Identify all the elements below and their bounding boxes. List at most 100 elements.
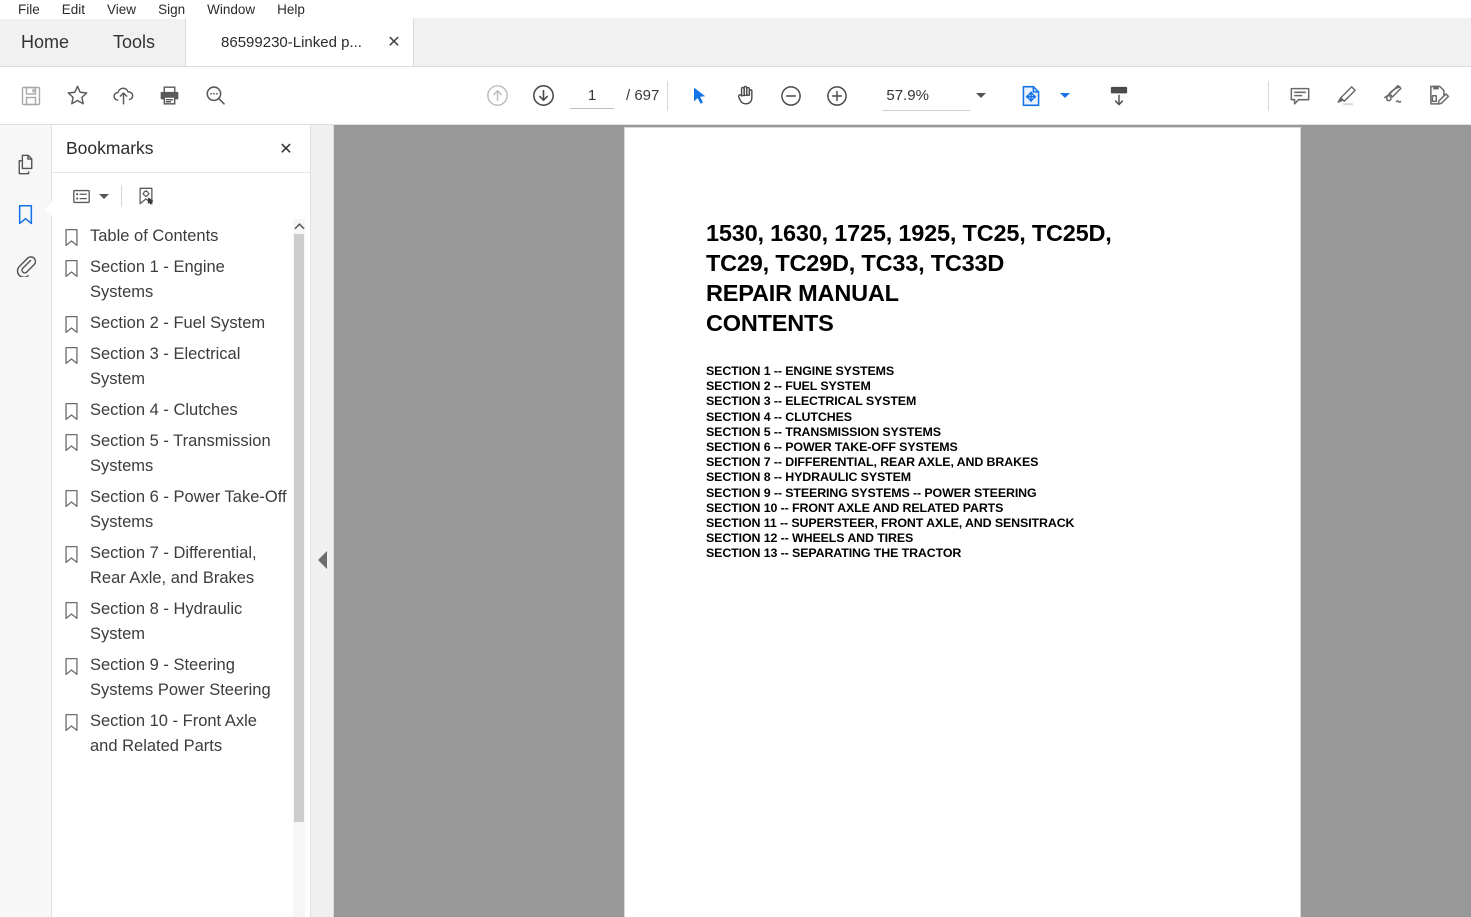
print-icon[interactable] bbox=[146, 73, 192, 119]
bookmarks-list[interactable]: Table of Contents Section 1 - Engine Sys… bbox=[52, 219, 310, 917]
bookmark-icon bbox=[64, 224, 90, 247]
section-line: SECTION 4 -- CLUTCHES bbox=[706, 409, 852, 424]
bookmarks-panel: Bookmarks ✕ Table of Contents Section 1 … bbox=[52, 125, 311, 917]
menu-item-edit[interactable]: Edit bbox=[51, 0, 96, 19]
menu-item-help[interactable]: Help bbox=[266, 0, 316, 19]
page-up-icon[interactable] bbox=[474, 73, 520, 119]
toolbar-left-group bbox=[0, 73, 238, 119]
list-item[interactable]: Section 8 - Hydraulic System bbox=[64, 594, 310, 650]
sign-icon[interactable] bbox=[1369, 73, 1415, 119]
bookmark-icon bbox=[64, 653, 90, 676]
bookmark-icon bbox=[64, 709, 90, 732]
page-thumbnails-icon[interactable] bbox=[5, 139, 47, 189]
menu-item-window[interactable]: Window bbox=[196, 0, 266, 19]
cloud-upload-icon[interactable] bbox=[100, 73, 146, 119]
bookmark-icon bbox=[64, 311, 90, 334]
bookmark-label: Section 7 - Differential, Rear Axle, and… bbox=[90, 544, 257, 587]
bookmark-options-icon[interactable] bbox=[66, 181, 96, 211]
tab-home[interactable]: Home bbox=[0, 18, 90, 66]
bookmark-label: Section 4 - Clutches bbox=[90, 401, 238, 419]
attachments-icon[interactable] bbox=[5, 239, 47, 289]
document-page: 1530, 1630, 1725, 1925, TC25, TC25D, TC2… bbox=[625, 128, 1300, 917]
list-item[interactable]: Section 4 - Clutches bbox=[64, 395, 310, 426]
chevron-left-icon bbox=[318, 551, 327, 569]
bookmark-label: Table of Contents bbox=[90, 227, 219, 245]
page-down-icon[interactable] bbox=[520, 73, 566, 119]
comment-icon[interactable] bbox=[1277, 73, 1323, 119]
list-item[interactable]: Section 3 - Electrical System bbox=[64, 339, 310, 395]
toolbar-divider-right bbox=[1268, 80, 1269, 111]
bookmark-label: Section 9 - Steering Systems Power Steer… bbox=[90, 656, 271, 699]
bookmarks-panel-toolbar bbox=[52, 173, 310, 219]
bookmark-icon bbox=[64, 429, 90, 452]
toolbar: / 697 bbox=[0, 67, 1471, 125]
tab-tools[interactable]: Tools bbox=[90, 18, 178, 66]
list-item[interactable]: Section 6 - Power Take-Off Systems bbox=[64, 482, 310, 538]
bookmark-label: Section 6 - Power Take-Off Systems bbox=[90, 488, 287, 531]
section-line: SECTION 6 -- POWER TAKE-OFF SYSTEMS bbox=[706, 440, 958, 455]
chevron-down-icon[interactable] bbox=[970, 81, 992, 111]
page-total-label: / 697 bbox=[626, 87, 660, 104]
new-bookmark-icon[interactable] bbox=[131, 181, 161, 211]
zoom-out-icon[interactable] bbox=[768, 73, 814, 119]
bookmark-label: Section 1 - Engine Systems bbox=[90, 258, 225, 301]
zoom-level-field[interactable]: 57.9% bbox=[882, 81, 971, 111]
section-line: SECTION 11 -- SUPERSTEER, FRONT AXLE, AN… bbox=[706, 516, 1075, 531]
chevron-up-icon[interactable] bbox=[293, 219, 305, 234]
bookmark-icon bbox=[64, 541, 90, 564]
section-line: SECTION 9 -- STEERING SYSTEMS -- POWER S… bbox=[706, 485, 1037, 500]
list-item[interactable]: Section 5 - Transmission Systems bbox=[64, 426, 310, 482]
bookmarks-panel-title: Bookmarks bbox=[66, 138, 154, 158]
bookmark-label: Section 10 - Front Axle and Related Part… bbox=[90, 712, 257, 755]
section-line: SECTION 3 -- ELECTRICAL SYSTEM bbox=[706, 394, 917, 409]
close-icon[interactable]: ✕ bbox=[274, 137, 298, 161]
document-heading: 1530, 1630, 1725, 1925, TC25, TC25D, TC2… bbox=[706, 220, 1112, 336]
edit-pdf-icon[interactable] bbox=[1415, 73, 1461, 119]
list-item[interactable]: Section 9 - Steering Systems Power Steer… bbox=[64, 650, 310, 706]
tab-document[interactable]: 86599230-Linked p... ✕ bbox=[185, 18, 414, 66]
star-icon[interactable] bbox=[54, 73, 100, 119]
list-item[interactable]: Section 7 - Differential, Rear Axle, and… bbox=[64, 538, 310, 594]
close-icon[interactable]: ✕ bbox=[383, 31, 405, 53]
toolbar-right-group bbox=[1260, 73, 1461, 119]
chevron-down-icon[interactable] bbox=[96, 181, 112, 211]
fit-page-icon[interactable] bbox=[1008, 73, 1054, 119]
section-line: SECTION 8 -- HYDRAULIC SYSTEM bbox=[706, 470, 912, 485]
zoom-in-icon[interactable] bbox=[814, 73, 860, 119]
bookmark-icon bbox=[64, 485, 90, 508]
list-item[interactable]: Section 2 - Fuel System bbox=[64, 308, 310, 339]
scroll-mode-icon[interactable] bbox=[1096, 73, 1142, 119]
fit-page-chevron-down-icon[interactable] bbox=[1054, 81, 1076, 111]
list-item[interactable]: Section 1 - Engine Systems bbox=[64, 252, 310, 308]
select-tool-icon[interactable] bbox=[676, 73, 722, 119]
menu-item-view[interactable]: View bbox=[96, 0, 147, 19]
bookmarks-icon[interactable] bbox=[5, 189, 53, 239]
save-icon[interactable] bbox=[8, 73, 54, 119]
main-area: Bookmarks ✕ Table of Contents Section 1 … bbox=[0, 125, 1471, 917]
section-line: SECTION 2 -- FUEL SYSTEM bbox=[706, 379, 871, 394]
panel-collapse-handle[interactable] bbox=[311, 125, 334, 917]
search-icon[interactable] bbox=[192, 73, 238, 119]
bookmark-icon bbox=[64, 342, 90, 365]
menu-item-file[interactable]: File bbox=[7, 0, 51, 19]
bookmark-label: Section 3 - Electrical System bbox=[90, 345, 241, 388]
menu-bar: File Edit View Sign Window Help bbox=[0, 0, 1471, 19]
toolbar-center-group: / 697 bbox=[474, 73, 1142, 119]
section-line: SECTION 13 -- SEPARATING THE TRACTOR bbox=[706, 546, 962, 561]
highlight-icon[interactable] bbox=[1323, 73, 1369, 119]
scrollbar-thumb[interactable] bbox=[294, 234, 304, 822]
bookmark-icon bbox=[64, 255, 90, 278]
page-number-input[interactable] bbox=[570, 82, 614, 109]
menu-item-sign[interactable]: Sign bbox=[147, 0, 196, 19]
bookmark-label: Section 2 - Fuel System bbox=[90, 314, 266, 332]
list-item[interactable]: Table of Contents bbox=[64, 221, 310, 252]
section-line: SECTION 1 -- ENGINE SYSTEMS bbox=[706, 364, 895, 378]
list-item[interactable]: Section 10 - Front Axle and Related Part… bbox=[64, 706, 310, 762]
bookmark-label: Section 8 - Hydraulic System bbox=[90, 600, 243, 643]
bookmark-icon bbox=[64, 398, 90, 421]
document-viewport[interactable]: 1530, 1630, 1725, 1925, TC25, TC25D, TC2… bbox=[334, 125, 1471, 917]
hand-tool-icon[interactable] bbox=[722, 73, 768, 119]
section-line: SECTION 5 -- TRANSMISSION SYSTEMS bbox=[706, 424, 941, 439]
bookmarks-scrollbar[interactable] bbox=[293, 219, 305, 917]
toolbar-divider bbox=[667, 80, 669, 111]
